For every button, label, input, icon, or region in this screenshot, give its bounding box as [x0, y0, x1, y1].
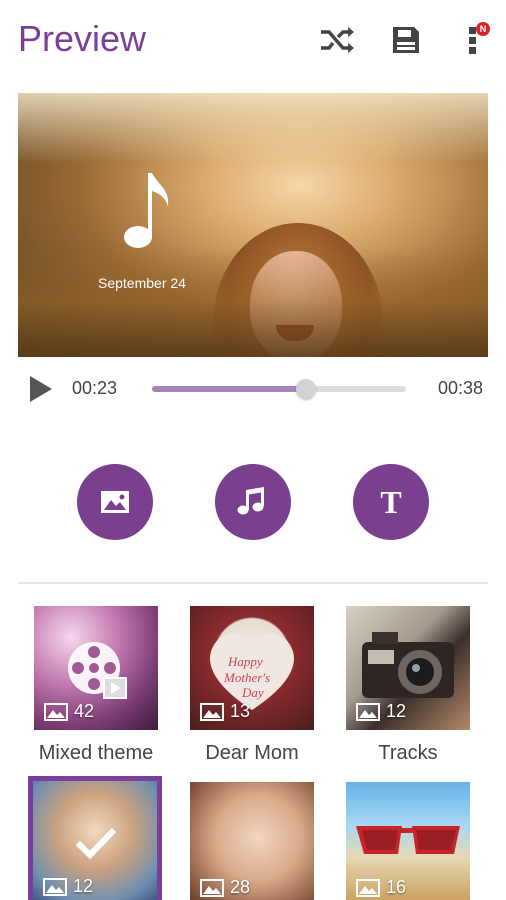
- theme-thumbnail: 12: [346, 606, 470, 730]
- theme-thumbnail: Happy Mother's Day 13: [190, 606, 314, 730]
- preview-grass: [18, 247, 488, 357]
- add-text-button[interactable]: T: [353, 464, 429, 540]
- camera-icon: [362, 632, 454, 698]
- total-time: 00:38: [438, 378, 484, 398]
- photo-icon: [356, 702, 380, 721]
- image-icon: [101, 491, 129, 513]
- page-title: Preview: [18, 18, 147, 59]
- shuffle-icon: [321, 27, 354, 53]
- section-divider: [18, 582, 488, 584]
- theme-label: Mixed theme: [38, 742, 154, 764]
- sunglasses-icon: [356, 826, 460, 854]
- theme-couple[interactable]: 28: [190, 782, 314, 900]
- svg-text:Mother's: Mother's: [223, 670, 270, 685]
- svg-text:Happy: Happy: [227, 654, 263, 669]
- current-time: 00:23: [72, 378, 118, 398]
- app-header: Preview N: [0, 0, 506, 84]
- theme-mixed[interactable]: 42 Mixed theme: [34, 606, 158, 765]
- save-button[interactable]: [386, 20, 426, 60]
- add-music-button[interactable]: [215, 464, 291, 540]
- shuffle-button[interactable]: [317, 20, 357, 60]
- overflow-menu-button[interactable]: N: [452, 20, 492, 60]
- add-image-button[interactable]: [77, 464, 153, 540]
- theme-dear-mom[interactable]: Happy Mother's Day 13 Dear Mom: [190, 606, 314, 765]
- theme-thumbnail: 42: [34, 606, 158, 730]
- photo-icon: [44, 702, 68, 721]
- svg-text:Day: Day: [241, 685, 264, 700]
- save-icon: [393, 27, 419, 53]
- preview-sky: [18, 93, 488, 163]
- seek-bar-thumb[interactable]: [295, 379, 316, 399]
- text-icon: T: [380, 483, 402, 520]
- video-preview[interactable]: September 24: [18, 93, 488, 357]
- seek-bar[interactable]: [152, 379, 406, 399]
- photo-count: 28: [200, 877, 250, 898]
- photo-icon: [200, 878, 224, 897]
- playback-bar: 00:23 00:38: [0, 360, 506, 416]
- selection-frame: [28, 776, 162, 900]
- video-reel-icon: [68, 642, 127, 699]
- theme-thumbnail: 16: [346, 782, 470, 900]
- photo-icon: [356, 878, 380, 897]
- seek-bar-progress: [152, 386, 306, 392]
- music-icon: [237, 487, 264, 515]
- photo-count: 12: [356, 701, 406, 722]
- theme-tracks[interactable]: 12 Tracks: [346, 606, 470, 765]
- photo-count: 13: [200, 701, 250, 722]
- music-note-icon: [124, 173, 169, 248]
- photo-count: 16: [356, 877, 406, 898]
- theme-thumbnail: 28: [190, 782, 314, 900]
- theme-label: Tracks: [378, 742, 438, 764]
- play-icon[interactable]: [28, 374, 54, 404]
- notification-badge: N: [476, 22, 490, 36]
- preview-date: September 24: [98, 275, 186, 291]
- photo-count: 42: [44, 701, 94, 722]
- theme-sunglasses[interactable]: 16: [346, 782, 470, 900]
- theme-label: Dear Mom: [205, 742, 299, 764]
- photo-icon: [200, 702, 224, 721]
